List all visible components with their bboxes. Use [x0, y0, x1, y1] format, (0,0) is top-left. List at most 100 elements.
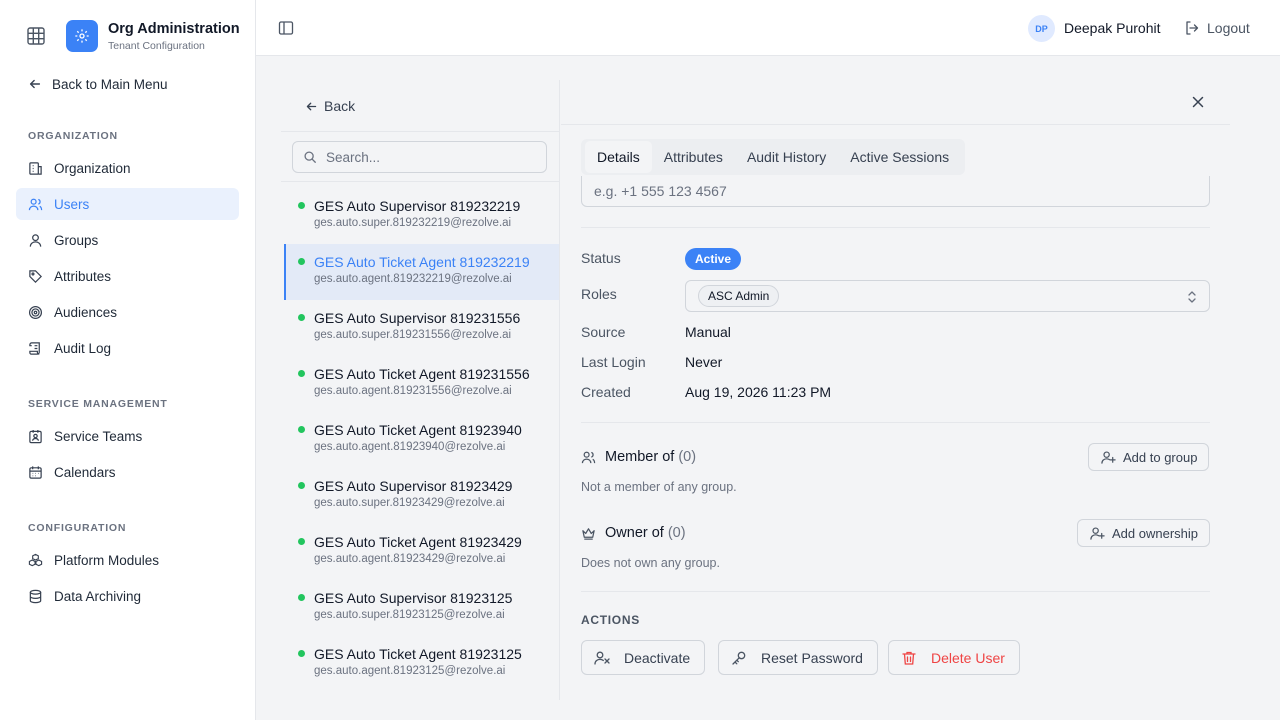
divider — [281, 131, 559, 132]
sidebar-toggle-icon[interactable] — [278, 20, 294, 36]
sidebar-item-audiences[interactable]: Audiences — [16, 296, 239, 328]
sidebar-item-label: Calendars — [54, 464, 116, 480]
user-list-pane: Back GES Auto Supervisor 819232219 ges.au… — [281, 80, 560, 700]
top-bar: DP Deepak Purohit Logout — [256, 0, 1280, 56]
delete-user-label: Delete User — [931, 649, 1005, 666]
back-to-main-menu-link[interactable]: Back to Main Menu — [28, 74, 168, 94]
user-list-item[interactable]: GES Auto Supervisor 81923125 ges.auto.sup… — [284, 580, 559, 636]
add-to-group-button[interactable]: Add to group — [1088, 443, 1210, 471]
close-icon[interactable] — [1191, 95, 1205, 109]
member-of-count: (0) — [678, 449, 697, 465]
brand-header: Org Administration Tenant Configuration — [0, 0, 255, 70]
divider — [561, 124, 1230, 125]
sidebar-item-attributes[interactable]: Attributes — [16, 260, 239, 292]
divider — [581, 591, 1210, 592]
sidebar-item-service-teams[interactable]: Service Teams — [16, 420, 239, 452]
user-name[interactable]: Deepak Purohit — [1064, 20, 1161, 36]
brand-title: Org Administration — [108, 21, 240, 37]
sidebar: Org Administration Tenant Configuration … — [0, 0, 256, 720]
reset-password-label: Reset Password — [761, 649, 863, 666]
last-login-value: Never — [685, 354, 723, 370]
grid-icon[interactable] — [26, 26, 46, 46]
user-list-item[interactable]: GES Auto Supervisor 819232219 ges.auto.su… — [284, 188, 559, 244]
back-button[interactable]: Back — [305, 97, 355, 115]
reset-password-button[interactable]: Reset Password — [718, 640, 878, 675]
active-status-dot — [298, 426, 305, 433]
sidebar-item-label: Platform Modules — [54, 552, 160, 568]
sidebar-item-users[interactable]: Users — [16, 188, 239, 220]
tab-audit-history[interactable]: Audit History — [735, 141, 838, 173]
sidebar-item-calendars[interactable]: Calendars — [16, 456, 239, 488]
owner-of-title: Owner of — [605, 525, 664, 541]
divider — [581, 422, 1210, 423]
sidebar-item-data-archiving[interactable]: Data Archiving — [16, 580, 239, 612]
user-list-item-selected[interactable]: GES Auto Ticket Agent 819232219 ges.auto.… — [284, 244, 559, 300]
sidebar-item-label: Audiences — [54, 304, 118, 320]
tab-attributes[interactable]: Attributes — [652, 141, 735, 173]
scroll-icon — [28, 341, 43, 356]
sidebar-item-organization[interactable]: Organization — [16, 152, 239, 184]
user-detail-pane: Details Attributes Audit History Active … — [561, 80, 1230, 700]
status-badge: Active — [685, 248, 742, 270]
back-label: Back — [324, 98, 356, 114]
logout-label: Logout — [1207, 20, 1250, 36]
owner-of-heading: Owner of (0) — [581, 523, 686, 543]
add-ownership-button[interactable]: Add ownership — [1077, 519, 1210, 547]
member-of-title: Member of — [605, 449, 675, 465]
user-list-item[interactable]: GES Auto Ticket Agent 81923125 ges.auto.a… — [284, 636, 559, 692]
tab-details[interactable]: Details — [585, 141, 652, 173]
user-name: GES Auto Ticket Agent 81923125 — [314, 646, 522, 662]
sidebar-item-groups[interactable]: Groups — [16, 224, 239, 256]
delete-user-button[interactable]: Delete User — [888, 640, 1020, 675]
user-email: ges.auto.agent.819232219@rezolve.ai — [314, 273, 512, 285]
sidebar-item-label: Attributes — [54, 268, 112, 284]
back-to-main-menu-label: Back to Main Menu — [52, 76, 168, 92]
key-icon — [731, 650, 747, 666]
user-list: GES Auto Supervisor 819232219 ges.auto.su… — [284, 188, 559, 692]
users-icon — [581, 450, 596, 465]
add-ownership-label: Add ownership — [1112, 525, 1198, 541]
crown-icon — [581, 526, 596, 541]
search-input[interactable] — [326, 149, 536, 165]
brand-subtitle: Tenant Configuration — [108, 40, 205, 52]
user-name: GES Auto Supervisor 81923125 — [314, 590, 513, 606]
member-of-heading: Member of (0) — [581, 447, 696, 467]
active-status-dot — [298, 258, 305, 265]
sidebar-item-label: Users — [54, 196, 90, 212]
user-email: ges.auto.agent.81923429@rezolve.ai — [314, 553, 506, 565]
tab-active-sessions[interactable]: Active Sessions — [838, 141, 961, 173]
last-login-label: Last Login — [581, 354, 646, 370]
phone-input[interactable] — [594, 183, 1154, 199]
user-name: GES Auto Ticket Agent 81923940 — [314, 422, 522, 438]
gear-icon — [66, 20, 98, 52]
user-list-item[interactable]: GES Auto Supervisor 81923429 ges.auto.sup… — [284, 468, 559, 524]
tag-icon — [28, 269, 43, 284]
target-icon — [28, 305, 43, 320]
divider — [281, 181, 559, 182]
deactivate-label: Deactivate — [624, 649, 691, 666]
logout-button[interactable]: Logout — [1184, 19, 1250, 37]
user-email: ges.auto.super.81923429@rezolve.ai — [314, 497, 505, 509]
user-list-item[interactable]: GES Auto Ticket Agent 819231556 ges.auto.… — [284, 356, 559, 412]
section-label-configuration: CONFIGURATION — [28, 522, 127, 534]
sidebar-item-audit-log[interactable]: Audit Log — [16, 332, 239, 364]
user-list-item[interactable]: GES Auto Ticket Agent 81923940 ges.auto.a… — [284, 412, 559, 468]
sidebar-item-platform-modules[interactable]: Platform Modules — [16, 544, 239, 576]
roles-label: Roles — [581, 286, 617, 302]
active-status-dot — [298, 314, 305, 321]
user-name: GES Auto Supervisor 819231556 — [314, 310, 521, 326]
user-x-icon — [594, 650, 610, 666]
user-list-item[interactable]: GES Auto Supervisor 819231556 ges.auto.su… — [284, 300, 559, 356]
actions-heading: ACTIONS — [581, 613, 640, 627]
user-email: ges.auto.super.81923125@rezolve.ai — [314, 609, 505, 621]
member-of-note: Not a member of any group. — [581, 480, 737, 494]
avatar[interactable]: DP — [1028, 15, 1055, 42]
roles-select[interactable]: ASC Admin — [685, 280, 1210, 312]
user-name: GES Auto Supervisor 81923429 — [314, 478, 513, 494]
user-email: ges.auto.agent.81923940@rezolve.ai — [314, 441, 506, 453]
users-icon — [28, 197, 43, 212]
user-list-item[interactable]: GES Auto Ticket Agent 81923429 ges.auto.a… — [284, 524, 559, 580]
deactivate-button[interactable]: Deactivate — [581, 640, 706, 675]
user-name: GES Auto Ticket Agent 81923429 — [314, 534, 522, 550]
arrow-left-icon — [305, 100, 318, 113]
